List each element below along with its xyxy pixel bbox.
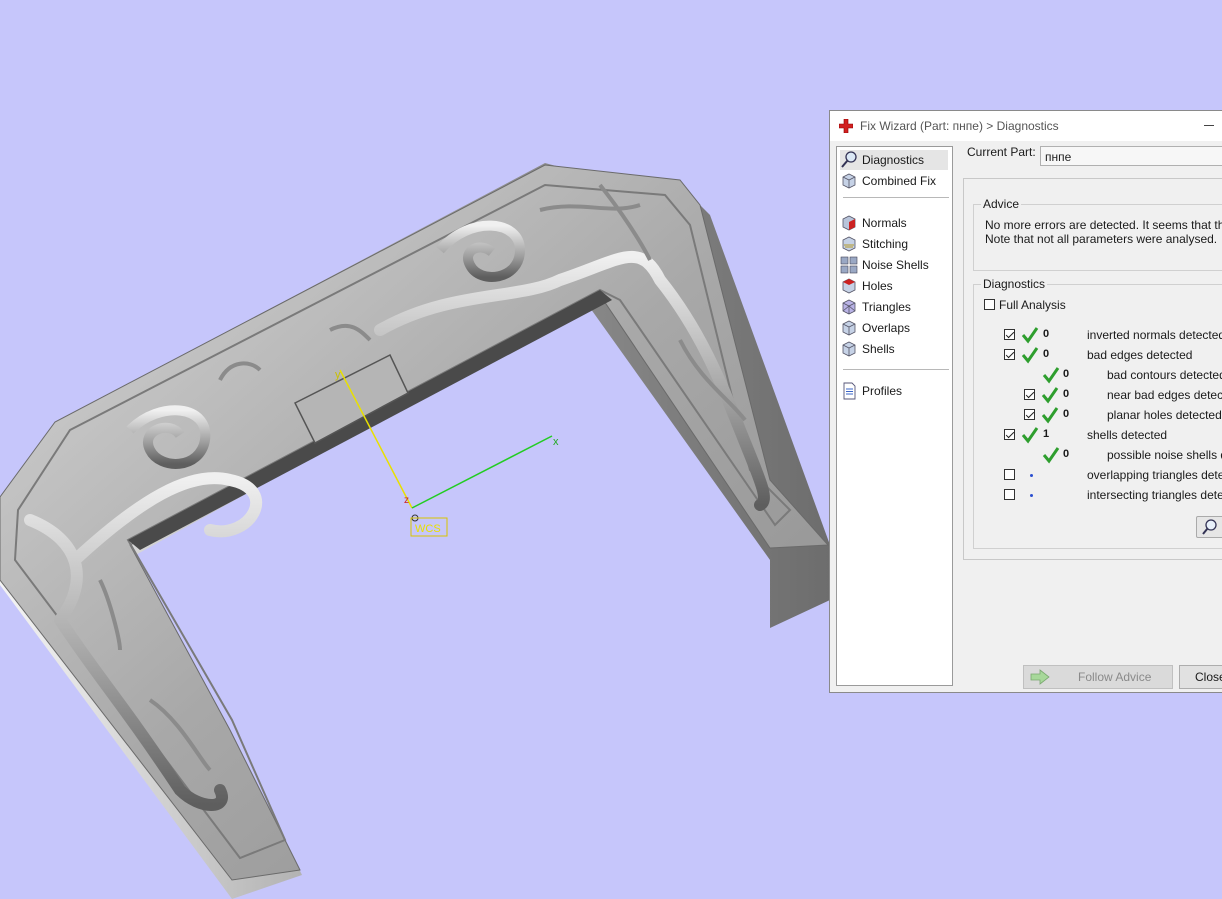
nav-label: Combined Fix xyxy=(862,174,937,188)
nav-label: Profiles xyxy=(862,384,903,398)
nav-item-diagnostics[interactable]: Diagnostics xyxy=(840,150,948,170)
bad-edges-label: bad edges detected xyxy=(1087,348,1193,362)
pending-dot-icon xyxy=(1030,494,1033,497)
dialog-titlebar[interactable]: Fix Wizard (Part: пнпе) > Diagnostics xyxy=(830,111,1222,141)
bad-contours-count: 0 xyxy=(1063,368,1070,380)
nav-label: Stitching xyxy=(862,237,909,251)
green-check-icon xyxy=(1021,327,1039,344)
cube-icon xyxy=(842,173,856,189)
nav-item-combined-fix[interactable]: Combined Fix xyxy=(840,171,936,191)
bad-edges-checkbox[interactable] xyxy=(1004,349,1015,360)
nav-item-normals[interactable]: Normals xyxy=(840,213,907,233)
planar-holes-count: 0 xyxy=(1063,408,1070,420)
document-icon xyxy=(843,382,856,400)
green-check-icon xyxy=(1041,407,1059,424)
holes-cube-icon xyxy=(842,278,856,294)
nav-label: Noise Shells xyxy=(862,258,929,272)
nav-item-triangles[interactable]: Triangles xyxy=(840,297,911,317)
follow-advice-label: Follow Advice xyxy=(1078,670,1152,684)
nav-label: Diagnostics xyxy=(862,153,925,167)
shells-cube-icon xyxy=(842,341,856,357)
green-check-icon xyxy=(1021,427,1039,444)
close-button[interactable]: Close xyxy=(1179,665,1222,689)
nav-separator xyxy=(843,369,949,370)
bad-edges-count: 0 xyxy=(1043,348,1050,360)
nav-label: Shells xyxy=(862,342,895,356)
full-analysis-label: Full Analysis xyxy=(999,298,1066,312)
planar-holes-label: planar holes detected xyxy=(1107,408,1222,422)
advice-text: No more errors are detected. It seems th… xyxy=(985,218,1222,246)
minimize-icon[interactable] xyxy=(1204,125,1214,126)
close-label: Close xyxy=(1195,670,1222,684)
pending-dot-icon xyxy=(1030,474,1033,477)
inverted-normals-label: inverted normals detected xyxy=(1087,328,1222,342)
nav-separator xyxy=(843,197,949,198)
advice-group-title: Advice xyxy=(981,197,1022,211)
diagnostics-group-title: Diagnostics xyxy=(981,277,1048,291)
nav-label: Normals xyxy=(862,216,907,230)
overlaps-cube-icon xyxy=(842,320,856,336)
z-axis-label: z xyxy=(404,495,409,506)
nav-item-noise-shells[interactable]: Noise Shells xyxy=(840,255,929,275)
magnifier-icon xyxy=(841,151,857,168)
stitching-cube-icon xyxy=(842,236,856,252)
follow-advice-button[interactable]: Follow Advice xyxy=(1023,665,1173,689)
nav-label: Overlaps xyxy=(862,321,911,335)
noise-shells-icon xyxy=(840,256,858,274)
green-check-icon xyxy=(1042,447,1060,464)
planar-holes-checkbox[interactable] xyxy=(1024,409,1035,420)
overlapping-triangles-label: overlapping triangles detect xyxy=(1087,468,1222,482)
near-bad-edges-checkbox[interactable] xyxy=(1024,389,1035,400)
wizard-nav-panel: Diagnostics Combined Fix Normals Stitchi… xyxy=(836,146,953,686)
noise-shells-count: 0 xyxy=(1063,448,1070,460)
nav-item-stitching[interactable]: Stitching xyxy=(840,234,908,254)
shells-checkbox[interactable] xyxy=(1004,429,1015,440)
analyse-button[interactable] xyxy=(1196,516,1222,538)
nav-label: Triangles xyxy=(862,300,911,314)
dialog-title: Fix Wizard (Part: пнпе) > Diagnostics xyxy=(860,119,1059,133)
nav-item-profiles[interactable]: Profiles xyxy=(840,381,902,401)
green-check-icon xyxy=(1021,347,1039,364)
advice-line-2: Note that not all parameters were analys… xyxy=(985,232,1218,246)
full-analysis-checkbox[interactable] xyxy=(984,299,995,310)
red-cross-icon xyxy=(839,119,853,133)
overlapping-triangles-checkbox[interactable] xyxy=(1004,469,1015,480)
inverted-normals-count: 0 xyxy=(1043,328,1050,340)
shells-count: 1 xyxy=(1043,428,1050,440)
magnifier-icon xyxy=(1202,519,1217,535)
inverted-normals-checkbox[interactable] xyxy=(1004,329,1015,340)
right-arrow-icon xyxy=(1030,669,1050,685)
y-axis-label: y xyxy=(335,369,341,381)
nav-label: Holes xyxy=(862,279,893,293)
nav-item-overlaps[interactable]: Overlaps xyxy=(840,318,910,338)
noise-shells-label: possible noise shells det xyxy=(1107,448,1222,462)
current-part-label: Current Part: xyxy=(967,145,1036,159)
normals-cube-icon xyxy=(842,215,856,231)
x-axis-label: x xyxy=(553,436,559,448)
green-check-icon xyxy=(1041,387,1059,404)
advice-line-1: No more errors are detected. It seems th… xyxy=(985,218,1222,232)
current-part-field[interactable]: пнпе xyxy=(1040,146,1222,166)
shells-label: shells detected xyxy=(1087,428,1168,442)
near-bad-edges-label: near bad edges detecte xyxy=(1107,388,1222,402)
wcs-label: WCS xyxy=(415,523,441,535)
fix-wizard-dialog: Fix Wizard (Part: пнпе) > Diagnostics Di… xyxy=(829,110,1222,693)
triangles-cube-icon xyxy=(842,299,856,315)
intersecting-triangles-label: intersecting triangles detect xyxy=(1087,488,1222,502)
nav-item-holes[interactable]: Holes xyxy=(840,276,893,296)
intersecting-triangles-checkbox[interactable] xyxy=(1004,489,1015,500)
near-bad-edges-count: 0 xyxy=(1063,388,1070,400)
x-axis-line xyxy=(411,435,553,509)
green-check-icon xyxy=(1042,367,1060,384)
bad-contours-label: bad contours detected xyxy=(1107,368,1222,382)
nav-item-shells[interactable]: Shells xyxy=(840,339,895,359)
